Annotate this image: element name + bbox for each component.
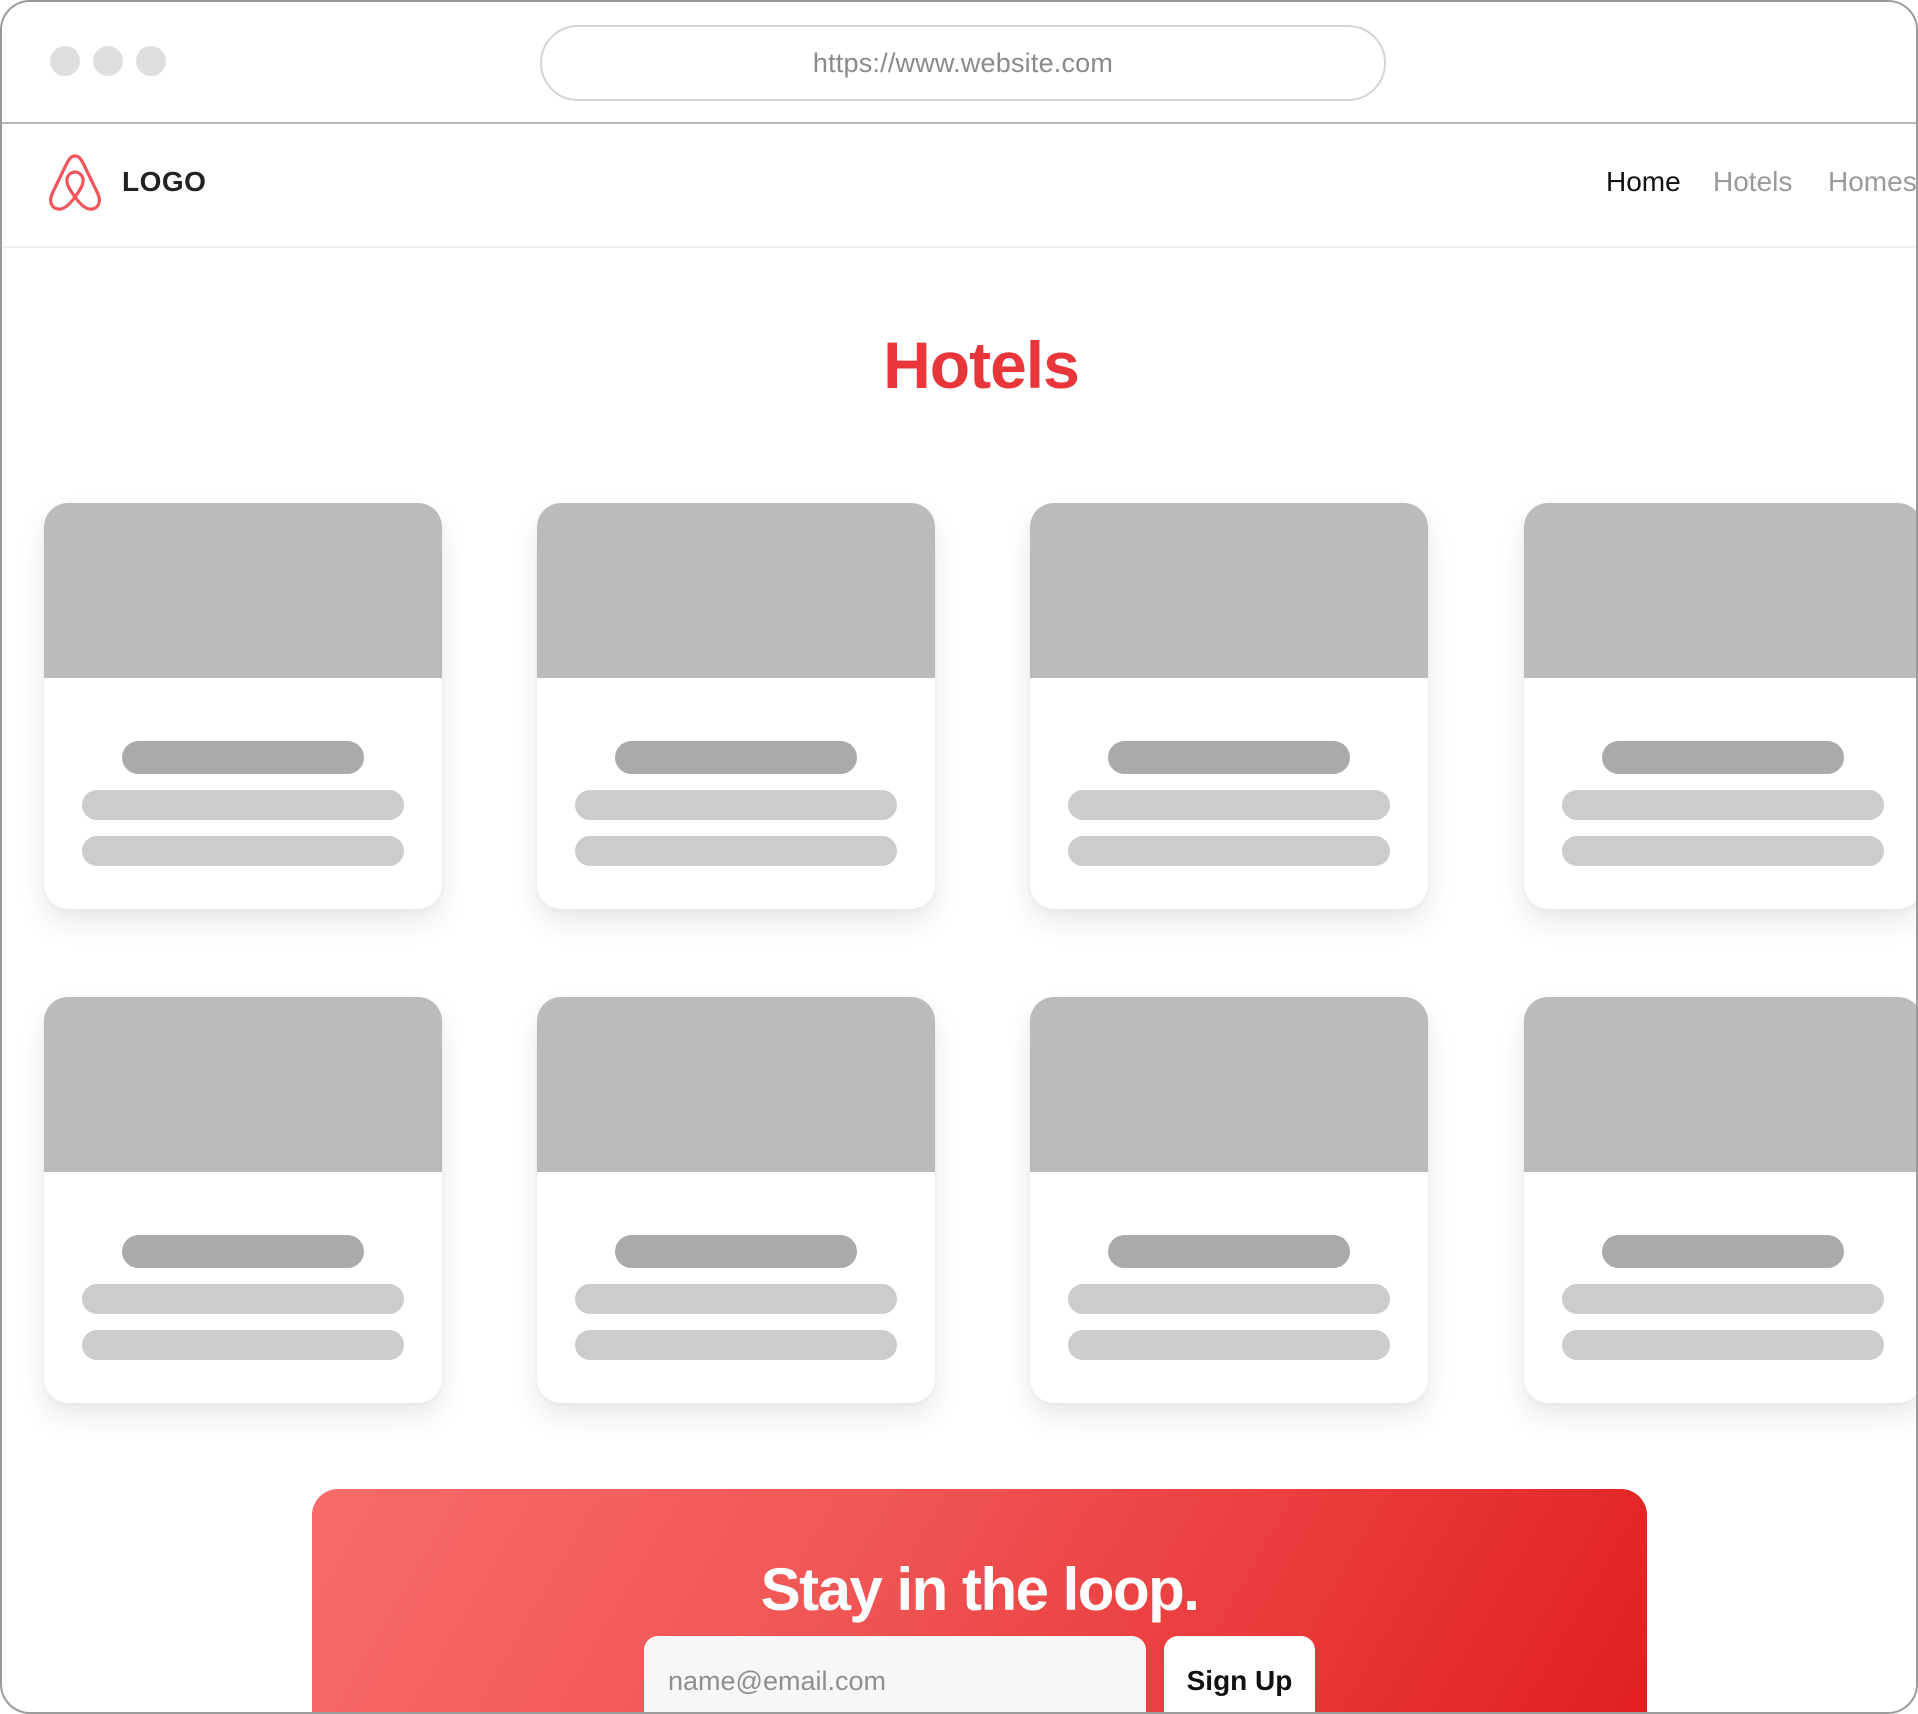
card-title-skeleton bbox=[1108, 1235, 1350, 1268]
card-text-skeleton bbox=[1068, 836, 1390, 866]
card-text-skeleton bbox=[1068, 1284, 1390, 1314]
card-text-skeleton bbox=[82, 836, 404, 866]
address-bar-url: https://www.website.com bbox=[812, 47, 1114, 78]
nav-link-hotels[interactable]: Hotels bbox=[1713, 166, 1792, 198]
site-navbar: LOGO Home Hotels Homes bbox=[2, 126, 1916, 248]
card-text-skeleton bbox=[575, 790, 897, 820]
window-close-dot[interactable] bbox=[50, 46, 80, 76]
card-text-skeleton bbox=[82, 1330, 404, 1360]
hotel-card[interactable] bbox=[44, 503, 442, 909]
card-text-skeleton bbox=[1562, 1330, 1884, 1360]
hotel-card[interactable] bbox=[1524, 997, 1916, 1403]
card-text-skeleton bbox=[575, 1284, 897, 1314]
card-image-placeholder bbox=[44, 503, 442, 678]
window-minimize-dot[interactable] bbox=[93, 46, 123, 76]
card-image-placeholder bbox=[44, 997, 442, 1172]
card-text-skeleton bbox=[82, 790, 404, 820]
card-image-placeholder bbox=[1030, 503, 1428, 678]
card-title-skeleton bbox=[615, 741, 857, 774]
address-bar[interactable]: https://www.website.com bbox=[540, 25, 1386, 101]
card-text-skeleton bbox=[1562, 790, 1884, 820]
card-text-skeleton bbox=[575, 1330, 897, 1360]
hotel-card[interactable] bbox=[44, 997, 442, 1403]
page-title: Hotels bbox=[883, 328, 1080, 402]
card-image-placeholder bbox=[537, 503, 935, 678]
hotel-card[interactable] bbox=[1524, 503, 1916, 909]
nav-link-home[interactable]: Home bbox=[1606, 166, 1681, 198]
newsletter-title: Stay in the loop. bbox=[760, 1556, 1200, 1623]
card-text-skeleton bbox=[1068, 790, 1390, 820]
hotel-card[interactable] bbox=[1030, 503, 1428, 909]
hotel-card[interactable] bbox=[1030, 997, 1428, 1403]
card-text-skeleton bbox=[1562, 836, 1884, 866]
window-maximize-dot[interactable] bbox=[136, 46, 166, 76]
card-title-skeleton bbox=[1108, 741, 1350, 774]
card-image-placeholder bbox=[1030, 997, 1428, 1172]
hotel-card[interactable] bbox=[537, 997, 935, 1403]
card-text-skeleton bbox=[1562, 1284, 1884, 1314]
card-text-skeleton bbox=[575, 836, 897, 866]
nav-link-homes[interactable]: Homes bbox=[1828, 166, 1916, 198]
sign-up-button[interactable]: Sign Up bbox=[1164, 1636, 1315, 1712]
card-title-skeleton bbox=[1602, 1235, 1844, 1268]
card-text-skeleton bbox=[1068, 1330, 1390, 1360]
browser-titlebar: https://www.website.com bbox=[2, 2, 1916, 124]
logo-icon[interactable] bbox=[46, 152, 104, 214]
card-title-skeleton bbox=[122, 741, 364, 774]
card-image-placeholder bbox=[537, 997, 935, 1172]
newsletter-banner: Stay in the loop. Sign Up bbox=[312, 1489, 1647, 1712]
card-image-placeholder bbox=[1524, 503, 1916, 678]
browser-window: https://www.website.com LOGO Home Hotels… bbox=[0, 0, 1918, 1714]
card-title-skeleton bbox=[1602, 741, 1844, 774]
logo-text[interactable]: LOGO bbox=[122, 166, 206, 198]
card-title-skeleton bbox=[615, 1235, 857, 1268]
email-field[interactable] bbox=[644, 1636, 1146, 1712]
card-title-skeleton bbox=[122, 1235, 364, 1268]
hotel-card[interactable] bbox=[537, 503, 935, 909]
card-text-skeleton bbox=[82, 1284, 404, 1314]
card-image-placeholder bbox=[1524, 997, 1916, 1172]
